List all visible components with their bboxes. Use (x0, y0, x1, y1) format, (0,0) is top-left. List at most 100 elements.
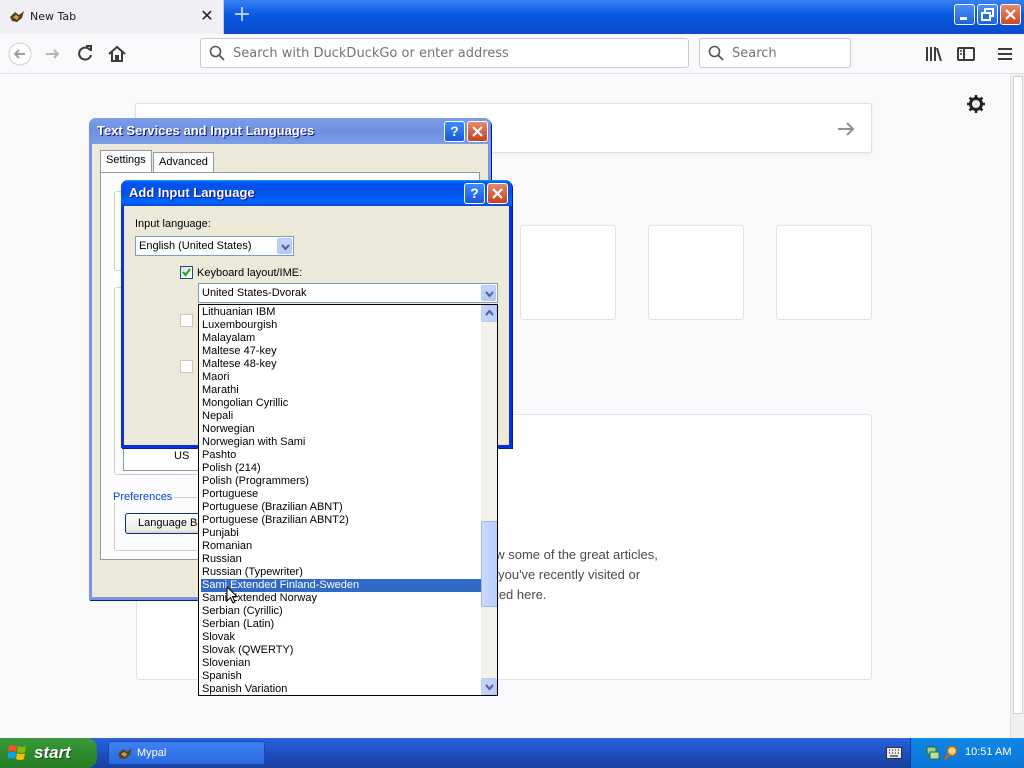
dropdown-option[interactable]: Russian (201, 553, 481, 566)
dropdown-option[interactable]: Maltese 48-key (201, 358, 481, 371)
tree-item-partial[interactable]: US (174, 450, 189, 462)
keyboard-layout-select[interactable]: United States-Dvorak (198, 283, 498, 303)
dropdown-option[interactable]: Norwegian with Sami (201, 436, 481, 449)
dropdown-option[interactable]: Lithuanian IBM (201, 306, 481, 319)
back-arrow-icon (8, 42, 32, 66)
dropdown-option[interactable]: Mongolian Cyrillic (201, 397, 481, 410)
forward-arrow-icon (46, 49, 60, 59)
keyboard-layout-checkbox[interactable] (180, 266, 193, 279)
dropdown-option[interactable]: Sami Extended Norway (201, 592, 481, 605)
dropdown-option[interactable]: Maltese 47-key (201, 345, 481, 358)
browser-titlebar: New Tab ✕ + (0, 0, 1024, 34)
input-language-label: Input language: (135, 218, 211, 230)
search-tray-icon[interactable] (943, 745, 959, 761)
dropdown-option[interactable]: Luxembourgish (201, 319, 481, 332)
close-dialog-button[interactable] (467, 121, 488, 142)
menu-button[interactable] (993, 42, 1017, 66)
scroll-up-button[interactable] (481, 305, 497, 322)
dropdown-option[interactable]: Portuguese (Brazilian ABNT) (201, 501, 481, 514)
dropdown-option[interactable]: Nepali (201, 410, 481, 423)
dropdown-option[interactable]: Serbian (Latin) (201, 618, 481, 631)
keyboard-layout-dropdown-list[interactable]: Lithuanian IBM Luxembourgish Malayalam Malt… (198, 304, 498, 696)
tab-close-icon[interactable]: ✕ (198, 7, 216, 25)
highlights-text-line: s you've recently visited or (488, 567, 641, 582)
dialog-titlebar: Add Input Language ? (121, 180, 512, 206)
dropdown-option[interactable]: Spanish (201, 670, 481, 683)
home-icon (108, 45, 126, 62)
dropdown-option[interactable]: Pashto (201, 449, 481, 462)
url-bar[interactable]: Search with DuckDuckGo or enter address (200, 38, 689, 68)
dropdown-option[interactable]: Slovak (QWERTY) (201, 644, 481, 657)
dialog-title: Add Input Language (129, 185, 255, 200)
network-icon[interactable] (925, 745, 941, 761)
dropdown-option[interactable]: Malayalam (201, 332, 481, 345)
help-button[interactable]: ? (444, 121, 465, 142)
close-window-button[interactable] (1000, 4, 1021, 25)
start-label: start (34, 743, 71, 762)
dropdown-option[interactable]: Romanian (201, 540, 481, 553)
dropdown-option[interactable]: Sami Extended Finland-Sweden (201, 579, 481, 592)
dropdown-scrollbar[interactable] (481, 305, 497, 695)
reload-button[interactable] (73, 42, 97, 66)
disabled-checkbox[interactable] (180, 360, 193, 373)
checkmark-icon (182, 268, 191, 277)
preferences-label: Preferences (111, 491, 175, 503)
top-site-tile[interactable] (648, 225, 744, 320)
help-button[interactable]: ? (464, 183, 485, 204)
dropdown-option[interactable]: Russian (Typewriter) (201, 566, 481, 579)
restore-button[interactable] (977, 4, 998, 25)
dropdown-option[interactable]: Polish (Programmers) (201, 475, 481, 488)
scroll-down-button[interactable] (481, 678, 497, 695)
sidebar-button[interactable] (954, 42, 978, 66)
dropdown-option[interactable]: Polish (214) (201, 462, 481, 475)
input-language-select[interactable]: English (United States) (135, 236, 294, 256)
dropdown-button[interactable] (277, 238, 292, 254)
page-vertical-scrollbar[interactable] (1010, 74, 1024, 738)
dropdown-button[interactable] (481, 285, 496, 301)
search-bar[interactable]: Search (699, 38, 851, 68)
scrollbar-thumb[interactable] (1013, 76, 1023, 714)
minimize-button[interactable] (954, 4, 975, 25)
dropdown-option[interactable]: Norwegian (201, 423, 481, 436)
top-site-tile[interactable] (776, 225, 872, 320)
taskbar-item-label: Mypal (137, 747, 167, 759)
tab-settings[interactable]: Settings (100, 150, 152, 172)
home-button[interactable] (105, 42, 129, 66)
library-icon (926, 47, 942, 62)
close-icon (1005, 9, 1016, 20)
library-button[interactable] (922, 42, 946, 66)
scrollbar-thumb[interactable] (481, 521, 497, 607)
start-button[interactable]: start (0, 738, 97, 768)
taskbar-item-mypal[interactable]: Mypal (108, 741, 265, 765)
search-icon (209, 45, 225, 61)
arrow-right-icon[interactable] (835, 118, 857, 140)
dropdown-option[interactable]: Marathi (201, 384, 481, 397)
input-language-value: English (United States) (139, 240, 252, 252)
dropdown-option[interactable]: Slovenian (201, 657, 481, 670)
top-site-tile[interactable] (520, 225, 616, 320)
keyboard-layout-value: United States-Dvorak (202, 287, 307, 299)
dropdown-option[interactable]: Punjabi (201, 527, 481, 540)
close-dialog-button[interactable] (487, 183, 508, 204)
mouse-pointer-icon (226, 586, 238, 604)
dropdown-option[interactable]: Spanish Variation (201, 683, 481, 695)
keyboard-icon[interactable] (886, 747, 902, 759)
forward-button[interactable] (41, 42, 65, 66)
search-placeholder: Search (732, 46, 777, 61)
disabled-checkbox[interactable] (180, 314, 193, 327)
dropdown-option[interactable]: Maori (201, 371, 481, 384)
keyboard-layout-label: Keyboard layout/IME: (197, 267, 303, 279)
back-button[interactable] (8, 42, 32, 66)
dropdown-option[interactable]: Portuguese (201, 488, 481, 501)
tab-advanced[interactable]: Advanced (153, 152, 214, 172)
minimize-icon (960, 17, 967, 20)
system-tray: 10:51 AM (910, 738, 1024, 768)
dropdown-option[interactable]: Slovak (201, 631, 481, 644)
dropdown-option[interactable]: Serbian (Cyrillic) (201, 605, 481, 618)
dialog-titlebar: Text Services and Input Languages ? (89, 118, 491, 144)
gear-icon[interactable] (966, 94, 986, 114)
tab-new-tab[interactable]: New Tab ✕ (0, 0, 224, 34)
dropdown-option[interactable]: Portuguese (Brazilian ABNT2) (201, 514, 481, 527)
new-tab-button[interactable]: + (230, 4, 254, 28)
close-icon (472, 126, 483, 137)
